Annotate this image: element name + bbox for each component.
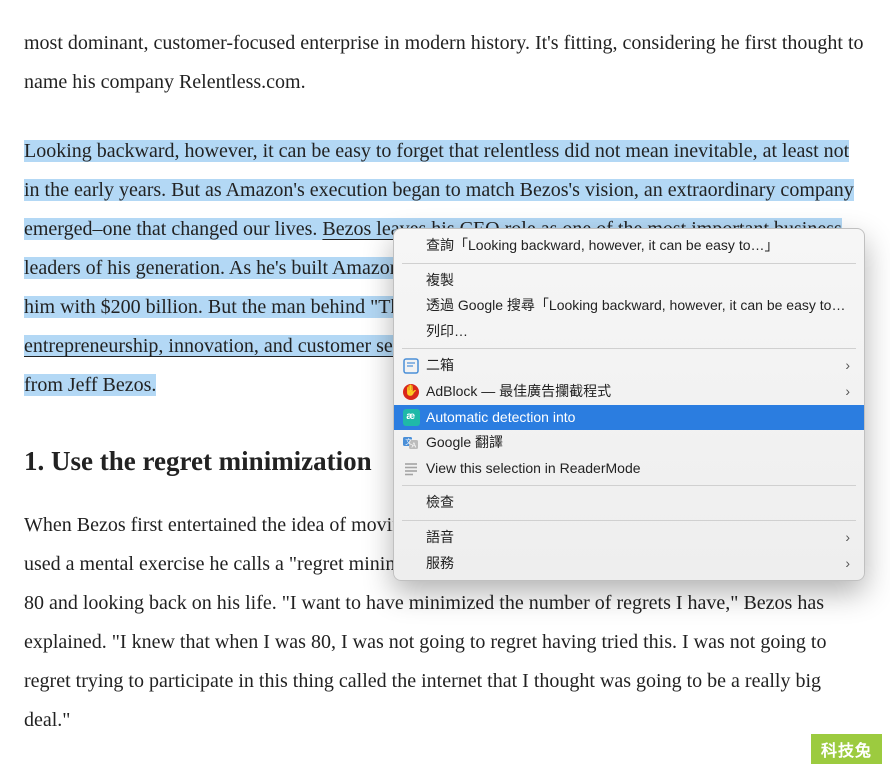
- menu-services[interactable]: 服務 ›: [394, 551, 864, 577]
- ae-icon: æ: [402, 408, 420, 426]
- reader-icon: [402, 460, 420, 478]
- menu-print[interactable]: 列印…: [394, 319, 864, 345]
- chevron-right-icon: ›: [845, 528, 850, 548]
- menu-reader-mode[interactable]: View this selection in ReaderMode: [394, 456, 864, 482]
- menu-inspect[interactable]: 檢查: [394, 490, 864, 516]
- box-icon: [402, 357, 420, 375]
- menu-google-search[interactable]: 透過 Google 搜尋「Looking backward, however, …: [394, 293, 864, 319]
- chevron-right-icon: ›: [845, 554, 850, 574]
- menu-speech[interactable]: 語音 ›: [394, 525, 864, 551]
- paragraph-1: most dominant, customer-focused enterpri…: [24, 24, 866, 102]
- context-menu: 查詢「Looking backward, however, it can be …: [393, 228, 865, 581]
- menu-adblock[interactable]: ✋ AdBlock — 最佳廣告攔截程式 ›: [394, 379, 864, 405]
- watermark-badge: 科技兔: [811, 734, 882, 764]
- adblock-icon: ✋: [402, 383, 420, 401]
- svg-text:A: A: [412, 442, 417, 449]
- menu-separator: [402, 348, 856, 349]
- menu-separator: [402, 520, 856, 521]
- chevron-right-icon: ›: [845, 382, 850, 402]
- menu-separator: [402, 485, 856, 486]
- chevron-right-icon: ›: [845, 356, 850, 376]
- translate-icon: 文A: [402, 434, 420, 452]
- menu-auto-detect[interactable]: æ Automatic detection into: [394, 405, 864, 431]
- menu-lookup[interactable]: 查詢「Looking backward, however, it can be …: [394, 233, 864, 259]
- menu-copy[interactable]: 複製: [394, 268, 864, 294]
- menu-google-translate[interactable]: 文A Google 翻譯: [394, 430, 864, 456]
- menu-erxiang[interactable]: 二箱 ›: [394, 353, 864, 379]
- menu-separator: [402, 263, 856, 264]
